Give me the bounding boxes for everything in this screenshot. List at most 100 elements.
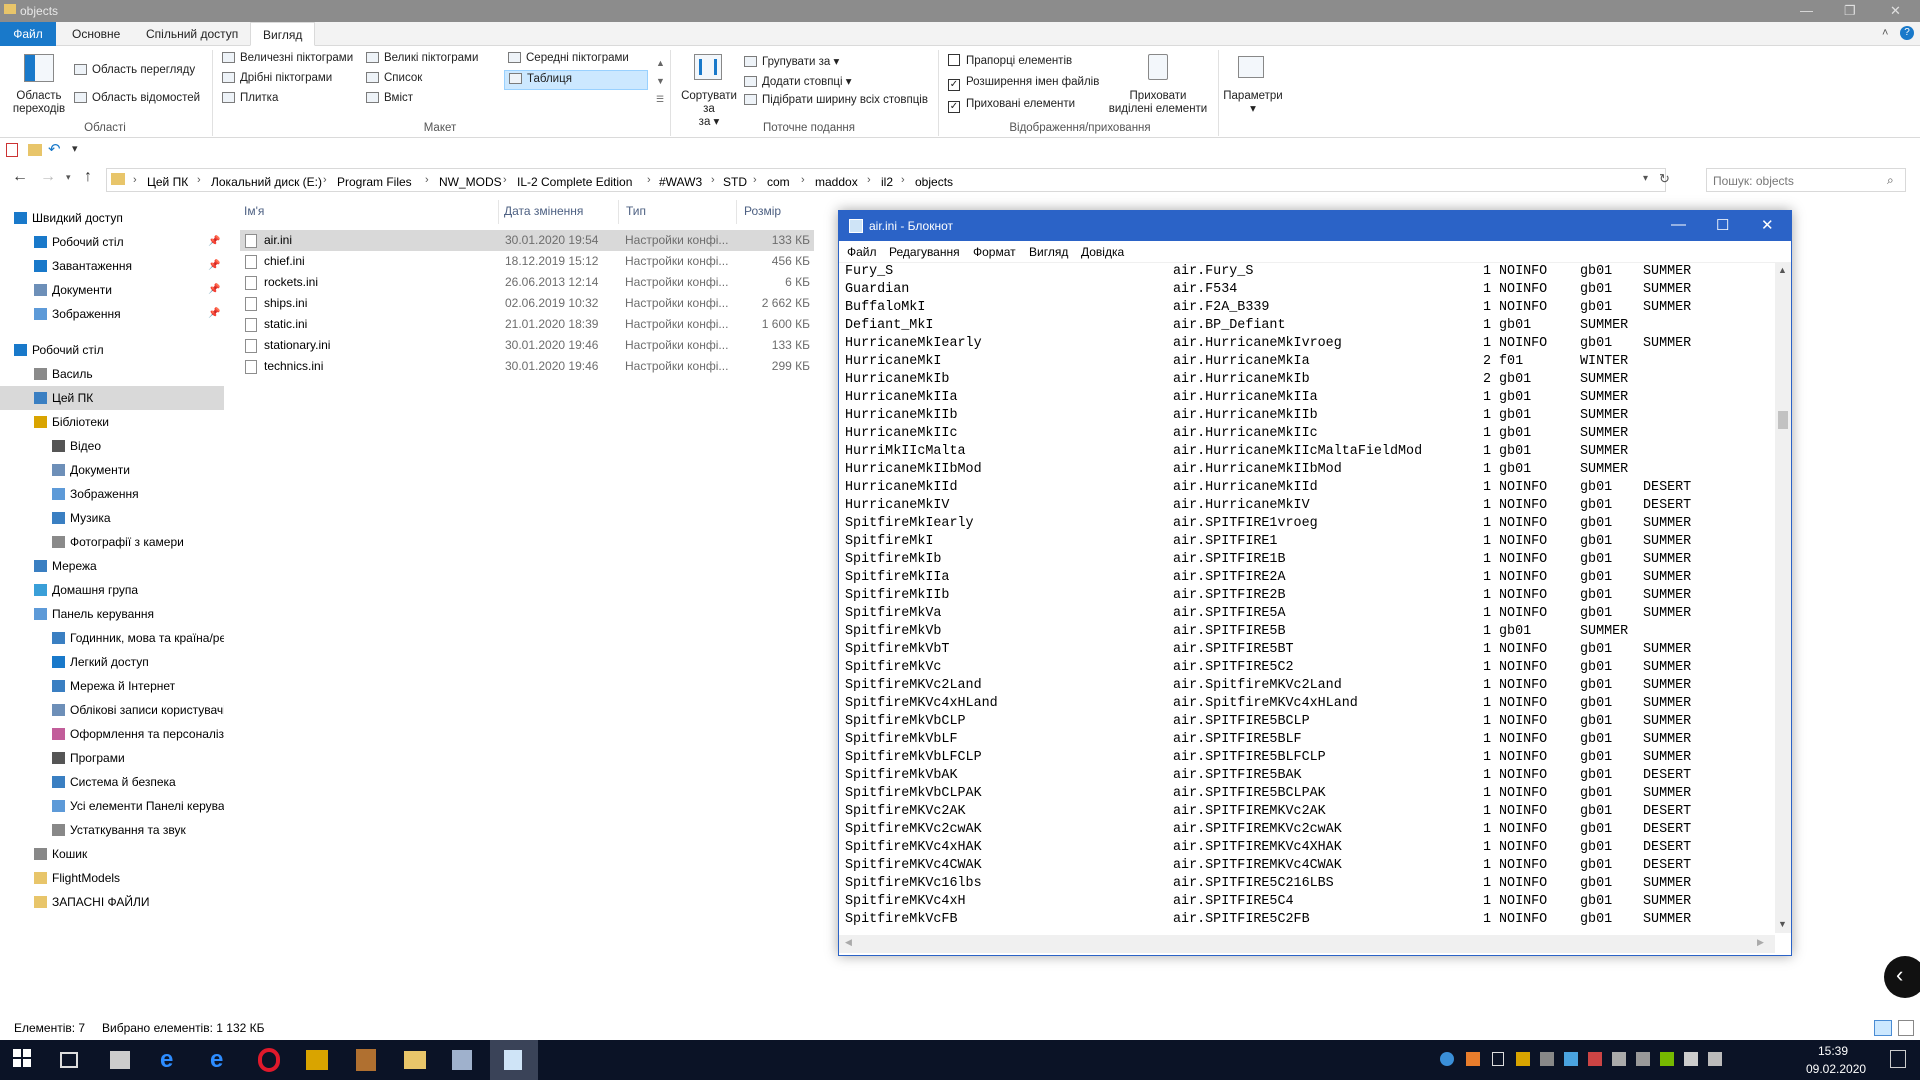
nav-item[interactable]: Легкий доступ bbox=[0, 650, 224, 674]
new-folder-icon[interactable] bbox=[28, 144, 42, 156]
forward-icon[interactable]: → bbox=[40, 168, 56, 186]
side-panel-toggle[interactable]: ‹ bbox=[1884, 956, 1920, 998]
nav-item[interactable]: Робочий стіл bbox=[0, 338, 224, 362]
nav-item[interactable]: Кошик bbox=[0, 842, 224, 866]
clock-date[interactable]: 09.02.2020 bbox=[1806, 1062, 1866, 1076]
search-input[interactable]: Пошук: objects bbox=[1713, 174, 1794, 188]
file-row[interactable]: stationary.ini 30.01.2020 19:46 Настройки … bbox=[240, 335, 814, 356]
layout-small[interactable]: Дрібні піктограми bbox=[222, 72, 332, 84]
checkbox-unchecked[interactable] bbox=[948, 54, 960, 66]
large-icons-view-icon[interactable] bbox=[1898, 1020, 1914, 1036]
item-checkboxes-toggle[interactable]: Прапорці елементів bbox=[948, 54, 1072, 67]
hide-selected-button[interactable]: Приховати виділені елементи bbox=[1108, 90, 1208, 116]
add-columns-button[interactable]: Додати стовпці ▾ bbox=[744, 74, 852, 88]
layout-content[interactable]: Вміст bbox=[366, 92, 413, 104]
customize-qat-icon[interactable]: ▾ bbox=[72, 142, 78, 155]
nav-item[interactable]: Цей ПК bbox=[0, 386, 224, 410]
properties-icon[interactable] bbox=[6, 143, 18, 157]
scroll-down-icon[interactable]: ▼ bbox=[1778, 919, 1787, 929]
minimize-icon[interactable]: — bbox=[1800, 3, 1813, 18]
nav-item[interactable]: Швидкий доступ bbox=[0, 206, 224, 230]
nav-item[interactable]: Годинник, мова та країна/рег bbox=[0, 626, 224, 650]
breadcrumb-this-pc[interactable]: Цей ПК bbox=[147, 175, 188, 189]
notepad-maximize-icon[interactable]: ☐ bbox=[1716, 216, 1729, 234]
notifications-icon[interactable] bbox=[1890, 1050, 1906, 1068]
tray-icon[interactable] bbox=[1612, 1052, 1626, 1066]
menu-edit[interactable]: Редагування bbox=[889, 245, 960, 259]
nav-pane-button[interactable]: Область переходів bbox=[10, 90, 68, 116]
nav-item[interactable]: Завантаження 📌 bbox=[0, 254, 224, 278]
checkbox-checked[interactable]: ✓ bbox=[948, 101, 960, 113]
nav-item[interactable]: ЗАПАСНІ ФАЙЛИ bbox=[0, 890, 224, 914]
column-separator[interactable] bbox=[498, 200, 499, 224]
breadcrumb-com[interactable]: com bbox=[767, 175, 790, 189]
menu-help[interactable]: Довідка bbox=[1081, 245, 1124, 259]
layout-large[interactable]: Великі піктограми bbox=[366, 52, 478, 64]
details-pane-button[interactable]: Область відомостей bbox=[74, 92, 200, 104]
column-header-type[interactable]: Тип bbox=[626, 204, 646, 218]
java-icon[interactable] bbox=[356, 1049, 376, 1071]
nav-pane-icon[interactable] bbox=[24, 54, 54, 82]
column-header-name[interactable]: Ім'я bbox=[244, 204, 264, 218]
app2-icon[interactable] bbox=[452, 1050, 472, 1070]
network-icon[interactable] bbox=[1636, 1052, 1650, 1066]
window-titlebar[interactable]: objects — ❐ ✕ bbox=[0, 0, 1920, 22]
notepad-window[interactable]: air.ini - Блокнот — ☐ ✕ Файл Редагування… bbox=[838, 210, 1792, 956]
layout-medium[interactable]: Середні піктограми bbox=[508, 52, 629, 64]
nav-item[interactable]: Музика bbox=[0, 506, 224, 530]
nav-item[interactable]: Програми bbox=[0, 746, 224, 770]
task-view-icon[interactable] bbox=[60, 1052, 78, 1068]
nav-item[interactable]: Мережа й Інтернет bbox=[0, 674, 224, 698]
up-icon[interactable]: ↑ bbox=[84, 168, 92, 186]
nav-item[interactable]: Відео bbox=[0, 434, 224, 458]
nav-item[interactable]: Фотографії з камери bbox=[0, 530, 224, 554]
tray-icon[interactable] bbox=[1466, 1052, 1480, 1066]
tab-view[interactable]: Вигляд bbox=[250, 22, 316, 46]
file-row[interactable]: ships.ini 02.06.2019 10:32 Настройки конфі… bbox=[240, 293, 814, 314]
edge-icon[interactable]: e bbox=[210, 1048, 234, 1072]
tray-icon[interactable] bbox=[1540, 1052, 1554, 1066]
tray-icon[interactable] bbox=[1588, 1052, 1602, 1066]
breadcrumb-il2[interactable]: IL-2 Complete Edition bbox=[517, 175, 632, 189]
breadcrumb-program-files[interactable]: Program Files bbox=[337, 175, 412, 189]
menu-file[interactable]: Файл bbox=[847, 245, 877, 259]
nvidia-icon[interactable] bbox=[1660, 1052, 1674, 1066]
menu-format[interactable]: Формат bbox=[973, 245, 1016, 259]
back-icon[interactable]: ← bbox=[12, 168, 28, 186]
breadcrumb-std[interactable]: STD bbox=[723, 175, 747, 189]
details-view-icon[interactable] bbox=[1874, 1020, 1892, 1036]
help-icon[interactable]: ? bbox=[1900, 26, 1914, 40]
nav-item[interactable]: Зображення 📌 bbox=[0, 302, 224, 326]
pin-icon[interactable]: 📌 bbox=[208, 302, 220, 326]
notepad-close-icon[interactable]: ✕ bbox=[1761, 216, 1774, 234]
ie-icon[interactable]: e bbox=[160, 1048, 184, 1072]
maximize-icon[interactable]: ❐ bbox=[1844, 3, 1856, 19]
column-separator[interactable] bbox=[736, 200, 737, 224]
vertical-scrollbar[interactable]: ▲ ▼ bbox=[1775, 263, 1791, 933]
search-box[interactable]: Пошук: objects ⌕ bbox=[1706, 168, 1906, 192]
file-row[interactable]: rockets.ini 26.06.2013 12:14 Настройки кон… bbox=[240, 272, 814, 293]
tray-icon[interactable] bbox=[1516, 1052, 1530, 1066]
language-icon[interactable] bbox=[1708, 1052, 1722, 1066]
close-icon[interactable]: ✕ bbox=[1890, 3, 1901, 19]
tab-share[interactable]: Спільний доступ bbox=[134, 22, 250, 46]
tab-file[interactable]: Файл bbox=[0, 22, 56, 46]
refresh-icon[interactable]: ↻ bbox=[1659, 171, 1670, 187]
nav-item[interactable]: Оформлення та персоналізац bbox=[0, 722, 224, 746]
tab-home[interactable]: Основне bbox=[60, 22, 132, 46]
hide-selected-icon[interactable] bbox=[1148, 54, 1168, 80]
file-row[interactable]: static.ini 21.01.2020 18:39 Настройки конф… bbox=[240, 314, 814, 335]
notepad-titlebar[interactable]: air.ini - Блокнот — ☐ ✕ bbox=[839, 211, 1791, 241]
opera-icon[interactable] bbox=[258, 1048, 280, 1072]
volume-icon[interactable] bbox=[1684, 1052, 1698, 1066]
fit-columns-button[interactable]: Підібрати ширину всіх стовпців bbox=[744, 94, 928, 106]
undo-icon[interactable]: ↶ bbox=[48, 140, 61, 158]
tray-icon[interactable] bbox=[1564, 1052, 1578, 1066]
scroll-right-icon[interactable]: ▶ bbox=[1757, 937, 1764, 948]
breadcrumb-nw-mods[interactable]: NW_MODS bbox=[439, 175, 502, 189]
nav-item[interactable]: Облікові записи користувачів bbox=[0, 698, 224, 722]
nav-item[interactable]: Василь bbox=[0, 362, 224, 386]
collapse-ribbon-icon[interactable]: ˄ bbox=[1882, 27, 1888, 39]
breadcrumb-waw3[interactable]: #WAW3 bbox=[659, 175, 702, 189]
breadcrumb-il2-folder[interactable]: il2 bbox=[881, 175, 893, 189]
